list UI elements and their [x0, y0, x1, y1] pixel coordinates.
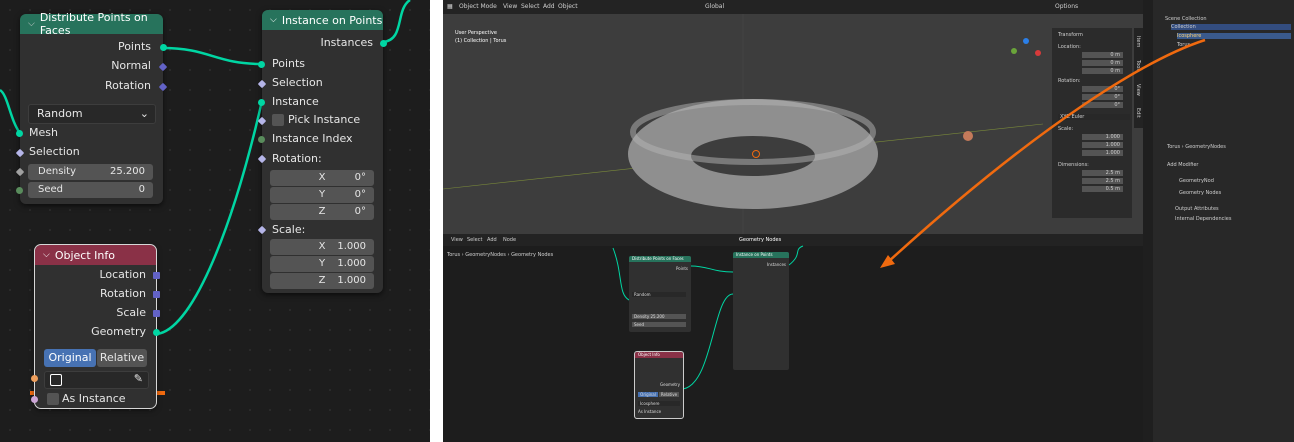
seed-value: 0	[138, 184, 145, 195]
input-selection-label: Selection	[272, 76, 323, 89]
collapse-icon[interactable]: ⌵	[43, 250, 50, 260]
link-points	[161, 46, 263, 66]
input-points-label: Points	[272, 57, 306, 70]
output-scale-label: Scale	[116, 306, 146, 319]
link-geometry	[156, 100, 264, 336]
node-header[interactable]: ⌵ Object Info	[35, 245, 156, 265]
distribute-points-node[interactable]: ⌵ Distribute Points on Faces Points Norm…	[15, 11, 168, 204]
pick-instance-checkbox[interactable]	[272, 114, 284, 126]
instance-index-socket[interactable]	[258, 136, 265, 143]
as-instance-checkbox[interactable]	[47, 393, 59, 405]
annotation-arrow	[880, 38, 1206, 268]
original-button[interactable]: Original	[44, 349, 96, 367]
output-rotation-label: Rotation	[104, 79, 151, 92]
node-title: Instance on Points	[281, 13, 383, 27]
collapse-icon[interactable]: ⌵	[28, 19, 35, 29]
mode-value: Random	[37, 107, 83, 120]
input-instance-index-label: Instance Index	[272, 132, 353, 145]
output-normal-label: Normal	[111, 59, 151, 72]
input-points-socket[interactable]	[258, 61, 265, 68]
blender-window: ▦ Object Mode View Select Add Object Glo…	[443, 0, 1294, 442]
seed-socket[interactable]	[16, 187, 23, 194]
scale-z-field[interactable]: Z 1.000	[270, 273, 374, 289]
output-instances-socket[interactable]	[380, 40, 387, 47]
instance-on-points-node[interactable]: ⌵ Instance on Points Instances Points Se…	[257, 10, 387, 293]
object-info-node[interactable]: ⌵ Object Info Location Rotation Scale Ge…	[31, 244, 160, 409]
chevron-down-icon: ⌄	[139, 107, 149, 120]
relative-button[interactable]: Relative	[97, 349, 147, 367]
density-value: 25.200	[110, 166, 145, 177]
output-rotation-label: Rotation	[99, 287, 146, 300]
scale-label: Scale:	[272, 223, 306, 236]
density-label: Density	[38, 166, 77, 177]
axis-value: 1.000	[337, 241, 366, 252]
link-instances	[382, 0, 411, 44]
as-instance-label: As Instance	[62, 392, 126, 405]
output-points-socket[interactable]	[160, 44, 167, 51]
output-geometry-socket[interactable]	[153, 329, 160, 336]
rotation-label: Rotation:	[272, 152, 322, 165]
seed-field[interactable]: Seed 0	[28, 182, 153, 198]
axis-value: 1.000	[337, 275, 366, 286]
object-input-socket[interactable]	[31, 375, 38, 382]
pick-instance-label: Pick Instance	[288, 113, 361, 126]
rotation-y-field[interactable]: Y 0°	[270, 187, 374, 203]
distribute-mode-dropdown[interactable]: Random ⌄	[28, 104, 156, 124]
axis-value: 0°	[354, 206, 366, 217]
scale-y-field[interactable]: Y 1.000	[270, 256, 374, 272]
input-selection-label: Selection	[29, 145, 80, 158]
object-icon	[50, 374, 62, 386]
node-title: Distribute Points on Faces	[39, 11, 148, 37]
zoomed-node-editor: ⌵ Distribute Points on Faces Points Norm…	[0, 0, 430, 442]
axis-value: 0°	[354, 172, 366, 183]
eyedropper-icon[interactable]: ✎	[134, 372, 143, 385]
node-header[interactable]: ⌵ Instance on Points	[262, 10, 383, 30]
scale-x-field[interactable]: X 1.000	[270, 239, 374, 255]
collapse-icon[interactable]: ⌵	[270, 15, 277, 25]
output-geometry-label: Geometry	[91, 325, 146, 338]
input-instance-socket[interactable]	[258, 99, 265, 106]
output-scale-socket[interactable]	[153, 310, 160, 317]
output-points-label: Points	[117, 40, 151, 53]
output-instances-label: Instances	[320, 36, 373, 49]
node-header[interactable]: ⌵ Distribute Points on Faces	[20, 11, 163, 37]
seed-label: Seed	[38, 184, 63, 195]
output-rotation-socket[interactable]	[153, 291, 160, 298]
node-title: Object Info	[54, 248, 115, 262]
input-instance-label: Instance	[272, 95, 319, 108]
link-mesh	[0, 88, 22, 134]
axis-value: 0°	[354, 189, 366, 200]
input-mesh-label: Mesh	[29, 126, 58, 139]
rotation-z-field[interactable]: Z 0°	[270, 204, 374, 220]
input-mesh-socket[interactable]	[16, 130, 23, 137]
output-location-socket[interactable]	[153, 272, 160, 279]
object-picker-field[interactable]: ✎	[44, 371, 149, 389]
axis-value: 1.000	[337, 258, 366, 269]
density-field[interactable]: Density 25.200	[28, 164, 153, 180]
output-location-label: Location	[99, 268, 146, 281]
rotation-x-field[interactable]: X 0°	[270, 170, 374, 186]
as-instance-socket[interactable]	[31, 396, 38, 403]
